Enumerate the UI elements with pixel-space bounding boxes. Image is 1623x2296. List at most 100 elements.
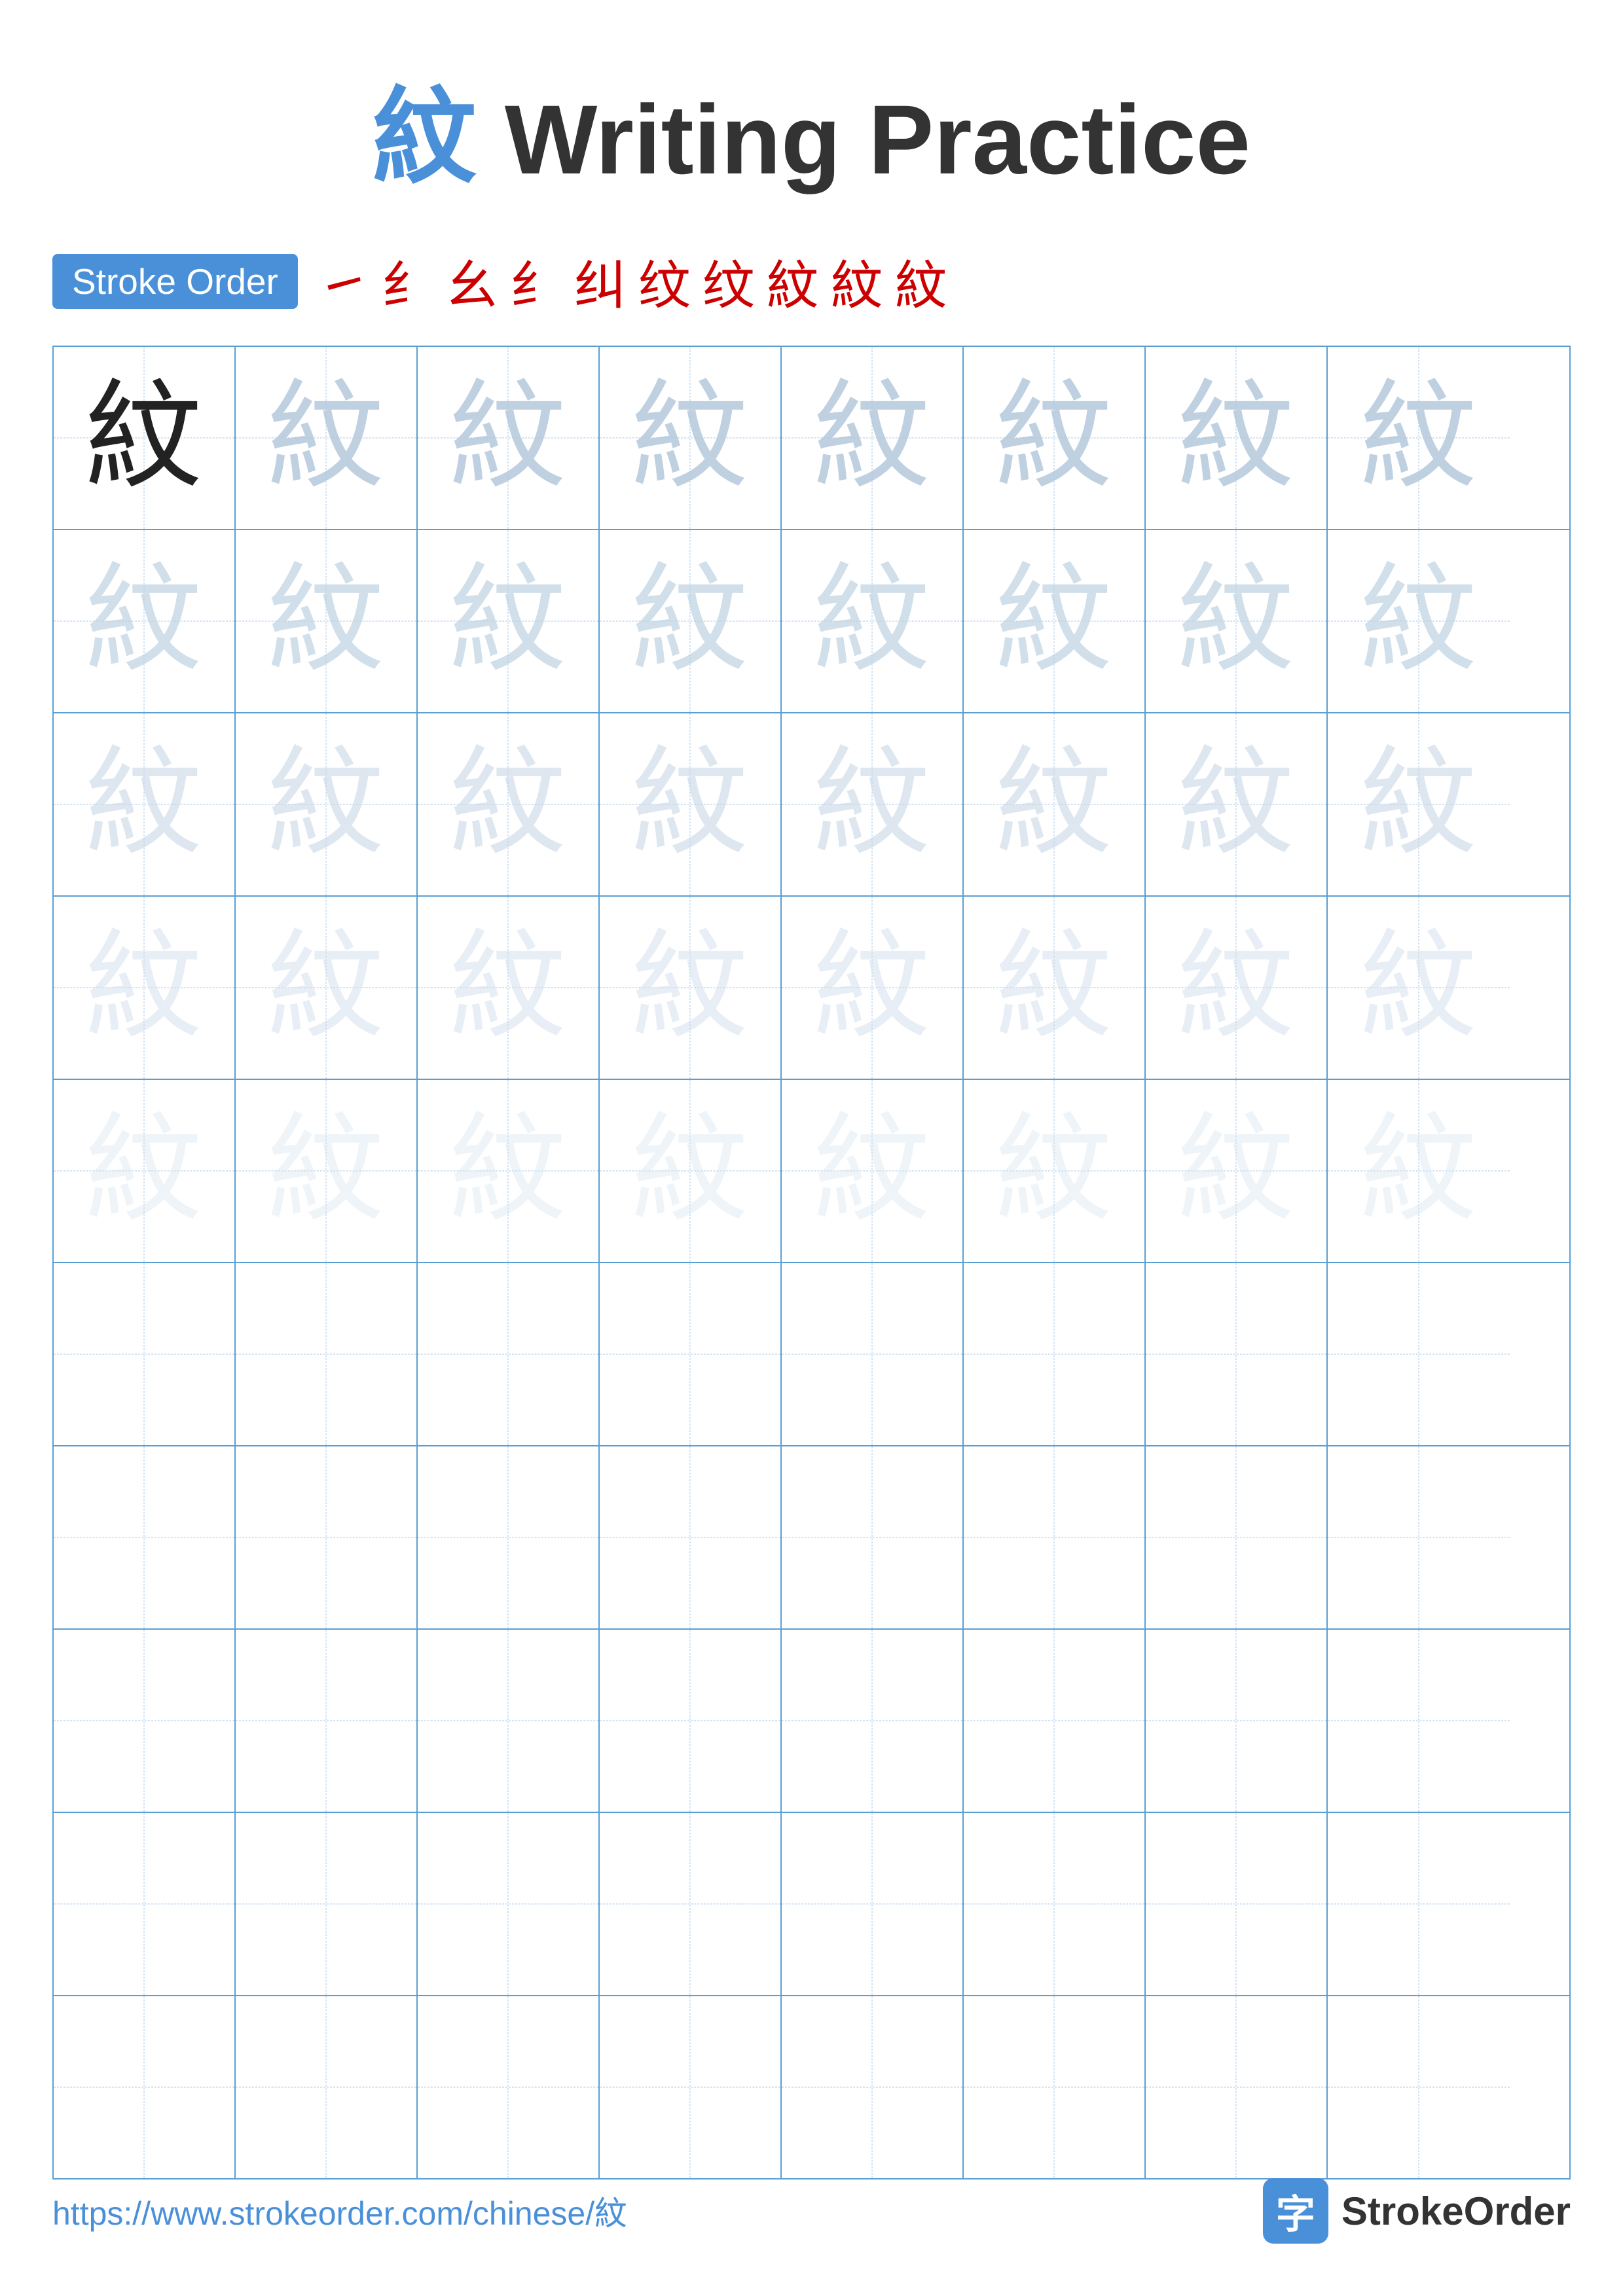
title-char: 紋: [373, 80, 477, 196]
grid-cell-2-5[interactable]: 紋: [782, 530, 964, 712]
grid-cell-8-1[interactable]: [54, 1630, 236, 1812]
grid-cell-1-1[interactable]: 紋: [54, 347, 236, 529]
grid-cell-1-5[interactable]: 紋: [782, 347, 964, 529]
grid-cell-3-5[interactable]: 紋: [782, 713, 964, 895]
stroke-step-9: 紋: [831, 243, 883, 319]
grid-cell-10-4[interactable]: [600, 1996, 782, 2178]
grid-cell-9-6[interactable]: [964, 1813, 1146, 1995]
grid-cell-8-3[interactable]: [418, 1630, 600, 1812]
grid-cell-6-8[interactable]: [1328, 1263, 1510, 1445]
grid-cell-9-4[interactable]: [600, 1813, 782, 1995]
grid-cell-4-4[interactable]: 紋: [600, 897, 782, 1079]
grid-cell-3-3[interactable]: 紋: [418, 713, 600, 895]
grid-cell-2-1[interactable]: 紋: [54, 530, 236, 712]
grid-cell-9-5[interactable]: [782, 1813, 964, 1995]
grid-cell-1-4[interactable]: 紋: [600, 347, 782, 529]
grid-cell-10-8[interactable]: [1328, 1996, 1510, 2178]
grid-cell-10-3[interactable]: [418, 1996, 600, 2178]
grid-cell-6-4[interactable]: [600, 1263, 782, 1445]
practice-char: 紋: [267, 745, 385, 863]
grid-cell-4-6[interactable]: 紋: [964, 897, 1146, 1079]
grid-cell-1-8[interactable]: 紋: [1328, 347, 1510, 529]
grid-cell-5-1[interactable]: 紋: [54, 1080, 236, 1262]
grid-cell-5-2[interactable]: 紋: [236, 1080, 418, 1262]
grid-cell-8-4[interactable]: [600, 1630, 782, 1812]
practice-char: 紋: [813, 929, 931, 1047]
grid-cell-8-5[interactable]: [782, 1630, 964, 1812]
grid-cell-7-8[interactable]: [1328, 1446, 1510, 1628]
title-text: Writing Practice: [477, 84, 1250, 194]
grid-row-6: [54, 1263, 1569, 1446]
stroke-step-2: 纟: [382, 243, 434, 319]
stroke-step-4: 纟: [510, 243, 562, 319]
stroke-step-8: 紋: [767, 243, 819, 319]
grid-cell-6-2[interactable]: [236, 1263, 418, 1445]
grid-cell-1-3[interactable]: 紋: [418, 347, 600, 529]
grid-cell-5-6[interactable]: 紋: [964, 1080, 1146, 1262]
grid-cell-10-1[interactable]: [54, 1996, 236, 2178]
grid-cell-6-3[interactable]: [418, 1263, 600, 1445]
grid-cell-4-2[interactable]: 紋: [236, 897, 418, 1079]
grid-cell-7-4[interactable]: [600, 1446, 782, 1628]
grid-cell-4-8[interactable]: 紋: [1328, 897, 1510, 1079]
grid-cell-3-4[interactable]: 紋: [600, 713, 782, 895]
grid-cell-3-7[interactable]: 紋: [1146, 713, 1328, 895]
grid-cell-8-7[interactable]: [1146, 1630, 1328, 1812]
grid-cell-4-7[interactable]: 紋: [1146, 897, 1328, 1079]
practice-char: 紋: [449, 1112, 567, 1230]
grid-cell-2-2[interactable]: 紋: [236, 530, 418, 712]
grid-cell-10-2[interactable]: [236, 1996, 418, 2178]
grid-cell-3-2[interactable]: 紋: [236, 713, 418, 895]
grid-cell-3-6[interactable]: 紋: [964, 713, 1146, 895]
grid-cell-10-7[interactable]: [1146, 1996, 1328, 2178]
grid-cell-8-8[interactable]: [1328, 1630, 1510, 1812]
grid-cell-1-6[interactable]: 紋: [964, 347, 1146, 529]
grid-cell-7-2[interactable]: [236, 1446, 418, 1628]
grid-cell-7-3[interactable]: [418, 1446, 600, 1628]
grid-cell-5-8[interactable]: 紋: [1328, 1080, 1510, 1262]
grid-cell-9-2[interactable]: [236, 1813, 418, 1995]
grid-cell-6-7[interactable]: [1146, 1263, 1328, 1445]
footer: https://www.strokeorder.com/chinese/紋 字 …: [0, 2178, 1623, 2244]
grid-cell-4-1[interactable]: 紋: [54, 897, 236, 1079]
grid-cell-1-2[interactable]: 紋: [236, 347, 418, 529]
grid-cell-7-1[interactable]: [54, 1446, 236, 1628]
grid-cell-5-3[interactable]: 紋: [418, 1080, 600, 1262]
practice-char: 紋: [995, 562, 1113, 680]
practice-char: 紋: [1360, 1112, 1478, 1230]
practice-char: 紋: [1177, 379, 1295, 497]
grid-cell-6-1[interactable]: [54, 1263, 236, 1445]
grid-cell-7-7[interactable]: [1146, 1446, 1328, 1628]
grid-row-10: [54, 1996, 1569, 2178]
grid-cell-3-1[interactable]: 紋: [54, 713, 236, 895]
grid-cell-4-3[interactable]: 紋: [418, 897, 600, 1079]
grid-cell-5-7[interactable]: 紋: [1146, 1080, 1328, 1262]
grid-cell-6-5[interactable]: [782, 1263, 964, 1445]
grid-cell-10-6[interactable]: [964, 1996, 1146, 2178]
grid-cell-4-5[interactable]: 紋: [782, 897, 964, 1079]
grid-cell-3-8[interactable]: 紋: [1328, 713, 1510, 895]
stroke-step-3: 幺: [446, 243, 498, 319]
grid-cell-6-6[interactable]: [964, 1263, 1146, 1445]
grid-cell-10-5[interactable]: [782, 1996, 964, 2178]
grid-cell-2-4[interactable]: 紋: [600, 530, 782, 712]
grid-cell-5-5[interactable]: 紋: [782, 1080, 964, 1262]
grid-cell-9-8[interactable]: [1328, 1813, 1510, 1995]
grid-cell-9-7[interactable]: [1146, 1813, 1328, 1995]
practice-char: 紋: [85, 929, 203, 1047]
grid-cell-5-4[interactable]: 紋: [600, 1080, 782, 1262]
grid-cell-2-8[interactable]: 紋: [1328, 530, 1510, 712]
grid-cell-8-2[interactable]: [236, 1630, 418, 1812]
grid-cell-7-5[interactable]: [782, 1446, 964, 1628]
grid-cell-9-3[interactable]: [418, 1813, 600, 1995]
grid-cell-2-3[interactable]: 紋: [418, 530, 600, 712]
footer-url[interactable]: https://www.strokeorder.com/chinese/紋: [52, 2187, 627, 2234]
practice-char: 紋: [85, 745, 203, 863]
grid-cell-9-1[interactable]: [54, 1813, 236, 1995]
practice-char: 紋: [995, 745, 1113, 863]
grid-cell-2-7[interactable]: 紋: [1146, 530, 1328, 712]
grid-cell-7-6[interactable]: [964, 1446, 1146, 1628]
grid-cell-8-6[interactable]: [964, 1630, 1146, 1812]
grid-cell-1-7[interactable]: 紋: [1146, 347, 1328, 529]
grid-cell-2-6[interactable]: 紋: [964, 530, 1146, 712]
